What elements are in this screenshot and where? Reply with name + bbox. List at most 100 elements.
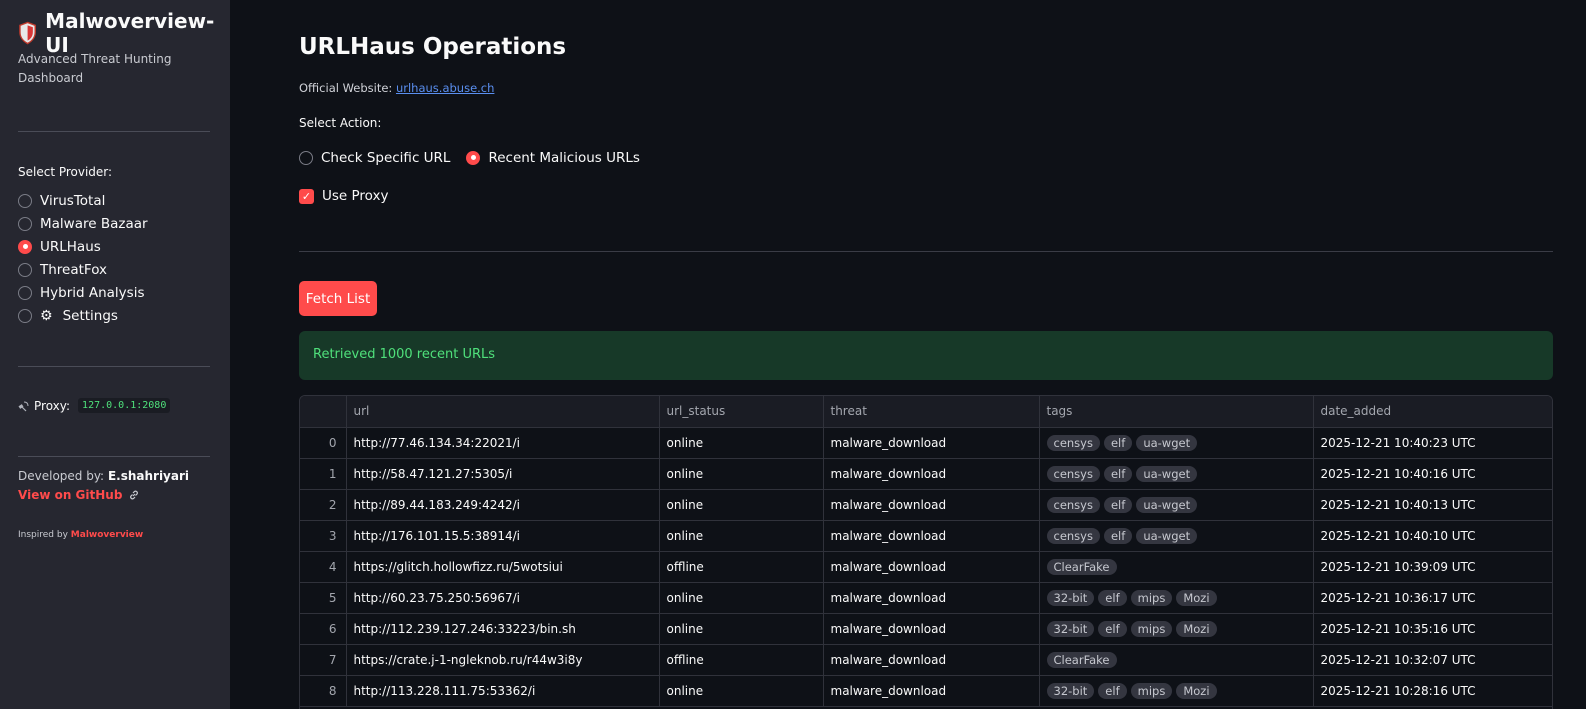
developer-name: E.shahriyari: [107, 469, 190, 483]
tag-badge: elf: [1103, 434, 1133, 451]
radio-button[interactable]: [18, 216, 32, 231]
date-added-cell: 2025-12-21 10:40:13 UTC: [1313, 489, 1552, 521]
use-proxy-checkbox[interactable]: ✓ Use Proxy: [299, 188, 389, 204]
url-cell: http://89.44.183.249:4242/i: [346, 489, 660, 521]
inspired-link[interactable]: Malwoverview: [71, 530, 143, 540]
provider-option-malware-bazaar[interactable]: Malware Bazaar: [18, 212, 148, 235]
action-option-recent-urls[interactable]: Recent Malicious URLs: [466, 146, 640, 169]
tags-cell: 32-bit elf mips Mozi: [1039, 582, 1314, 614]
url-status-cell: offline: [659, 644, 824, 676]
url-cell: http://112.239.127.246:33223/bin.sh: [346, 613, 660, 645]
radio-button[interactable]: [18, 308, 32, 323]
column-header-threat[interactable]: threat: [823, 396, 1040, 428]
threat-cell: malware_download: [823, 489, 1040, 521]
proxy-value: 127.0.0.1:2080: [78, 398, 171, 413]
provider-option-settings[interactable]: ⚙ Settings: [18, 304, 148, 327]
url-status-cell: online: [659, 427, 824, 459]
provider-option-virustotal[interactable]: VirusTotal: [18, 189, 148, 212]
tag-badge: mips: [1130, 620, 1173, 637]
sidebar-divider: [18, 366, 210, 367]
table-row[interactable]: 8 http://113.228.111.75:53362/i online malw…: [300, 675, 1552, 707]
provider-option-label: URLHaus: [40, 238, 101, 255]
threat-cell: malware_download: [823, 644, 1040, 676]
table-row[interactable]: 3 http://176.101.15.5:38914/i online malwar…: [300, 520, 1552, 552]
row-index-cell: 8: [300, 675, 347, 707]
page-title: URLHaus Operations: [299, 34, 567, 60]
radio-button[interactable]: [299, 150, 313, 165]
github-link-label: View on GitHub: [18, 488, 123, 502]
proxy-status: Proxy: 127.0.0.1:2080: [18, 398, 171, 413]
results-table[interactable]: url url_status threat tags date_added 0h…: [299, 395, 1553, 709]
radio-button-selected[interactable]: [466, 150, 481, 165]
provider-option-threatfox[interactable]: ThreatFox: [18, 258, 148, 281]
radio-button[interactable]: [18, 262, 32, 277]
action-option-label: Check Specific URL: [321, 149, 451, 166]
url-status-cell: online: [659, 582, 824, 614]
url-status-cell: online: [659, 520, 824, 552]
table-row[interactable]: 2 http://89.44.183.249:4242/i online malwar…: [300, 489, 1552, 521]
tag-badge: elf: [1103, 465, 1133, 482]
url-cell: http://113.228.111.75:53362/i: [346, 675, 660, 707]
column-header-date-added[interactable]: date_added: [1313, 396, 1552, 428]
tag-badge: censys: [1046, 527, 1100, 544]
gear-icon: ⚙: [40, 307, 53, 324]
tag-badge: censys: [1046, 434, 1100, 451]
action-label: Select Action:: [299, 116, 382, 130]
provider-radio-group: VirusTotal Malware Bazaar URLHaus Threat…: [18, 189, 148, 327]
app-subtitle: Advanced Threat Hunting Dashboard: [18, 52, 172, 85]
table-row[interactable]: 7 https://crate.j-1-ngleknob.ru/r44w3i8y o…: [300, 644, 1552, 676]
tag-badge: censys: [1046, 496, 1100, 513]
tags-cell: censys elf ua-wget: [1039, 458, 1314, 490]
tag-badge: ua-wget: [1136, 527, 1198, 544]
url-status-cell: online: [659, 458, 824, 490]
use-proxy-label: Use Proxy: [322, 188, 389, 204]
provider-option-hybrid-analysis[interactable]: Hybrid Analysis: [18, 281, 148, 304]
row-index-cell: 4: [300, 551, 347, 583]
provider-option-label: Malware Bazaar: [40, 215, 148, 232]
tag-badge: 32-bit: [1046, 589, 1095, 606]
main-content: URLHaus Operations Official Website: url…: [230, 0, 1586, 709]
sidebar-divider: [18, 131, 210, 132]
threat-cell: malware_download: [823, 582, 1040, 614]
action-option-label: Recent Malicious URLs: [488, 149, 640, 166]
website-link[interactable]: urlhaus.abuse.ch: [396, 81, 494, 95]
table-row[interactable]: 0 http://77.46.134.34:22021/i online malwar…: [300, 427, 1552, 459]
table-row[interactable]: 1 http://58.47.121.27:5305/i online malware…: [300, 458, 1552, 490]
tag-badge: elf: [1103, 496, 1133, 513]
table-row[interactable]: 4 https://glitch.hollowfizz.ru/5wotsiui of…: [300, 551, 1552, 583]
satellite-icon: [18, 401, 29, 411]
row-index-cell: 5: [300, 582, 347, 614]
radio-button[interactable]: [18, 193, 32, 208]
github-link[interactable]: View on GitHub: [18, 488, 140, 502]
tag-badge: ua-wget: [1136, 434, 1198, 451]
threat-cell: malware_download: [823, 520, 1040, 552]
row-index-cell: 6: [300, 613, 347, 645]
table-row[interactable]: 5 http://60.23.75.250:56967/i online malwar…: [300, 582, 1552, 614]
column-header-index[interactable]: [300, 396, 347, 428]
url-status-cell: online: [659, 675, 824, 707]
tags-cell: 32-bit elf mips Mozi: [1039, 613, 1314, 645]
tags-cell: ClearFake: [1039, 551, 1314, 583]
column-header-tags[interactable]: tags: [1039, 396, 1314, 428]
tag-badge: ua-wget: [1136, 496, 1198, 513]
date-added-cell: 2025-12-21 10:35:16 UTC: [1313, 613, 1552, 645]
provider-option-label: VirusTotal: [40, 192, 106, 209]
threat-cell: malware_download: [823, 427, 1040, 459]
date-added-cell: 2025-12-21 10:36:17 UTC: [1313, 582, 1552, 614]
row-index-cell: 7: [300, 644, 347, 676]
official-website: Official Website: urlhaus.abuse.ch: [299, 81, 494, 95]
tag-badge: elf: [1103, 527, 1133, 544]
table-row[interactable]: 6 http://112.239.127.246:33223/bin.sh onli…: [300, 613, 1552, 645]
radio-button[interactable]: [18, 285, 32, 300]
date-added-cell: 2025-12-21 10:40:16 UTC: [1313, 458, 1552, 490]
table-body: 0 http://77.46.134.34:22021/i online malwar…: [300, 427, 1552, 707]
action-option-check-url[interactable]: Check Specific URL: [299, 146, 450, 169]
provider-label: Select Provider:: [18, 165, 113, 179]
checkmark-icon[interactable]: ✓: [299, 188, 314, 204]
column-header-url-status[interactable]: url_status: [659, 396, 824, 428]
fetch-list-button[interactable]: Fetch List: [299, 281, 377, 316]
provider-option-urlhaus[interactable]: URLHaus: [18, 235, 148, 258]
column-header-url[interactable]: url: [346, 396, 660, 428]
radio-button-selected[interactable]: [18, 239, 32, 254]
url-status-cell: offline: [659, 551, 824, 583]
